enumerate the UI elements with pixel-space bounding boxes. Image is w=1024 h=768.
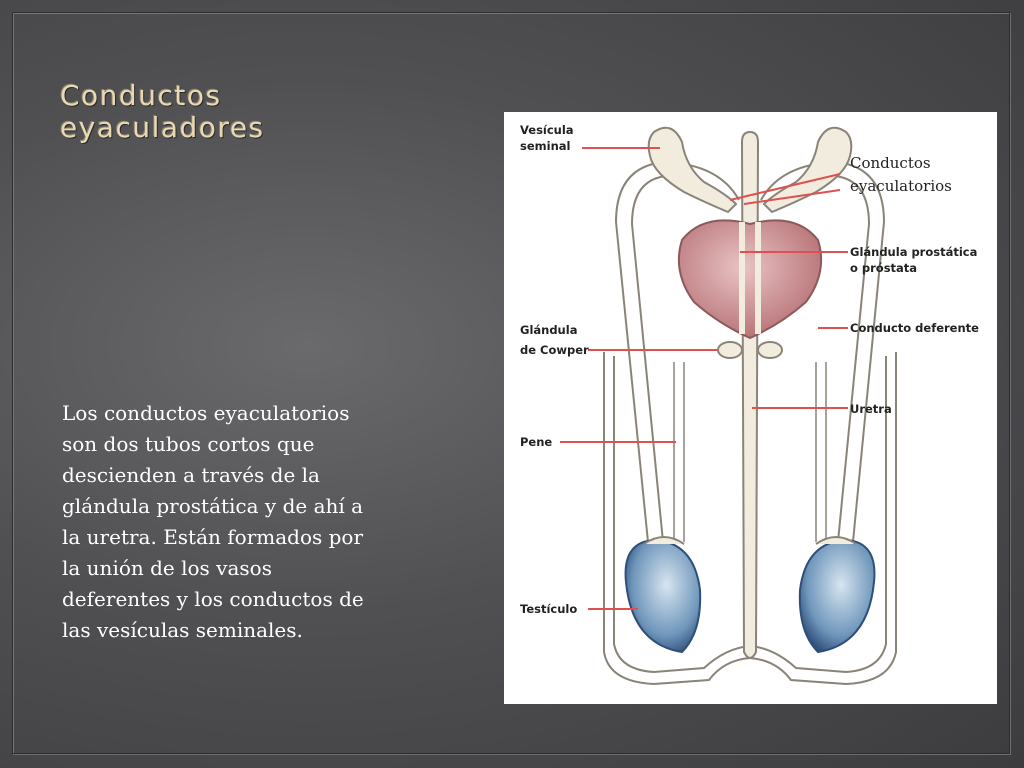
label-deferente: Conducto deferente (850, 321, 979, 335)
title-line-2: eyaculadores (60, 111, 265, 144)
label-conductos-line2: eyaculatorios (850, 177, 952, 195)
anatomy-figure: Vesícula seminal Conductos eyaculatorios… (504, 112, 997, 704)
label-prostata-line2: o próstata (850, 261, 917, 275)
label-pene: Pene (520, 435, 552, 449)
label-testiculo: Testículo (520, 602, 577, 616)
label-conductos-line1: Conductos (850, 154, 931, 172)
urethra (740, 130, 760, 659)
prostate (677, 219, 823, 340)
label-vesicula-line2: seminal (520, 139, 570, 153)
slide-title: Conductos eyaculadores (60, 80, 265, 144)
label-cowper-line2: de Cowper (520, 343, 589, 357)
anatomy-diagram: Vesícula seminal Conductos eyaculatorios… (520, 123, 979, 686)
body-text: Los conductos eyaculatorios son dos tubo… (62, 401, 364, 642)
label-cowper-line1: Glándula (520, 323, 577, 337)
title-line-1: Conductos (60, 79, 222, 112)
label-prostata-line1: Glándula prostática (850, 245, 977, 259)
label-uretra: Uretra (850, 402, 892, 416)
label-vesicula-line1: Vesícula (520, 123, 574, 137)
